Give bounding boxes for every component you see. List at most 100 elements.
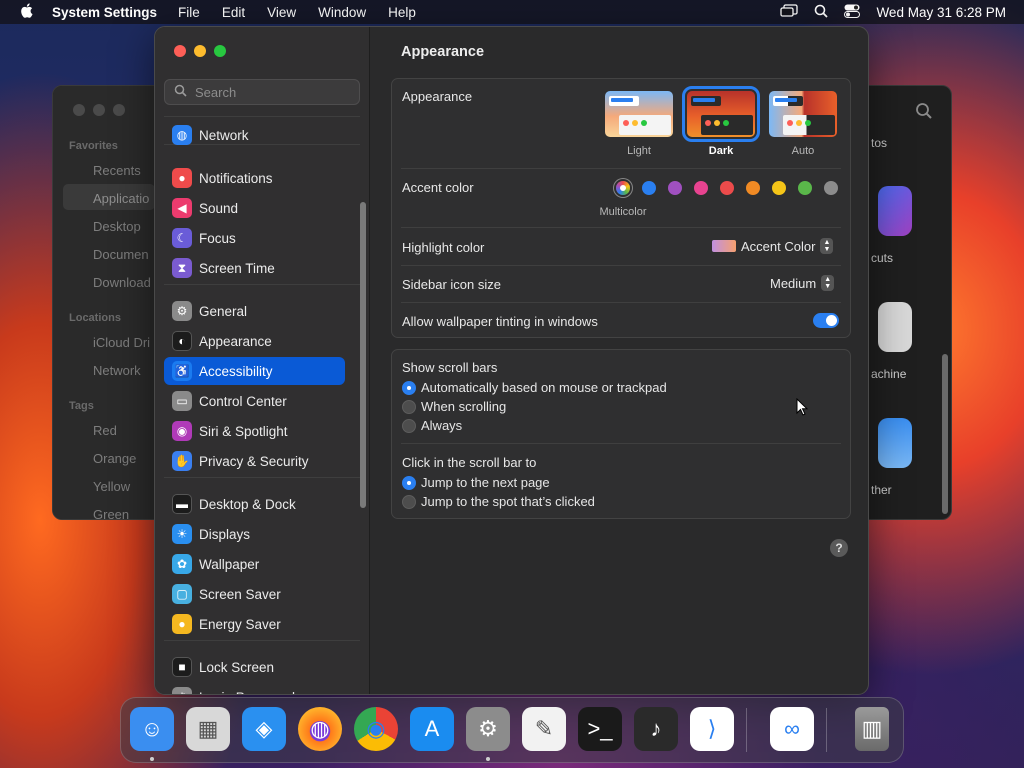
- finder-item[interactable]: Download: [93, 275, 151, 290]
- accent-color-swatch[interactable]: [720, 181, 734, 195]
- trash-icon[interactable]: ▥: [855, 707, 889, 751]
- wallpaper-tinting-toggle[interactable]: [813, 313, 839, 328]
- row-divider: [401, 443, 841, 444]
- sidebar-item-sound[interactable]: ◀ Sound: [164, 194, 345, 222]
- sidebar-item-label: Notifications: [199, 170, 273, 186]
- weather-app-icon[interactable]: [878, 418, 912, 468]
- menu-app-name[interactable]: System Settings: [52, 5, 157, 20]
- menu-edit[interactable]: Edit: [222, 5, 245, 20]
- sidebar-icon-size-popup[interactable]: Medium ▲ ▼: [770, 275, 835, 291]
- sidebar-item-general[interactable]: ⚙ General: [164, 297, 345, 325]
- terminal-icon[interactable]: >_: [578, 707, 622, 751]
- dark-mode-label[interactable]: Dark: [687, 145, 755, 157]
- sidebar-item-wallpaper[interactable]: ✿ Wallpaper: [164, 550, 345, 578]
- accent-color-swatch[interactable]: [824, 181, 838, 195]
- auto-mode-label[interactable]: Auto: [769, 145, 837, 157]
- zoom-window-button[interactable]: [214, 45, 226, 57]
- chrome-icon[interactable]: ◉: [354, 707, 398, 751]
- scroll-always-label[interactable]: Always: [421, 418, 462, 433]
- sidebar-item-control-center[interactable]: ▭ Control Center: [164, 387, 345, 415]
- appearance-settings-group: Appearance Light Dark Auto Accent color …: [391, 78, 851, 338]
- accent-color-swatch[interactable]: [642, 181, 656, 195]
- menu-clock[interactable]: Wed May 31 6:28 PM: [876, 5, 1006, 20]
- vscode-icon[interactable]: ⟩: [690, 707, 734, 751]
- dark-mode-thumbnail[interactable]: [682, 86, 760, 142]
- finder-item[interactable]: Network: [93, 363, 141, 378]
- textedit-icon[interactable]: ✎: [522, 707, 566, 751]
- control-center-icon[interactable]: [844, 4, 861, 21]
- menu-file[interactable]: File: [178, 5, 200, 20]
- guitar-icon[interactable]: ♪: [634, 707, 678, 751]
- scroll-when-scrolling-radio[interactable]: [402, 400, 416, 414]
- moon-icon: ☾: [172, 228, 192, 248]
- accent-color-swatch[interactable]: [746, 181, 760, 195]
- sidebar-item-displays[interactable]: ☀ Displays: [164, 520, 345, 548]
- launchpad-icon[interactable]: ▦: [186, 707, 230, 751]
- appearance-icon: ◐: [172, 331, 192, 351]
- finder-item[interactable]: Desktop: [93, 219, 141, 234]
- safari-icon[interactable]: ◈: [242, 707, 286, 751]
- finder-item[interactable]: Applicatio: [93, 191, 149, 206]
- settings-icon[interactable]: ⚙: [466, 707, 510, 751]
- close-window-button[interactable]: [174, 45, 186, 57]
- scroll-auto-radio[interactable]: [402, 381, 416, 395]
- finder-tag[interactable]: Green: [93, 507, 129, 519]
- minimize-window-button[interactable]: [194, 45, 206, 57]
- sidebar-item-siri-spotlight[interactable]: ◉ Siri & Spotlight: [164, 417, 345, 445]
- finder-icon[interactable]: ☺: [130, 707, 174, 751]
- accent-multicolor-swatch[interactable]: [616, 181, 630, 195]
- accent-color-swatch[interactable]: [798, 181, 812, 195]
- settings-search-input[interactable]: Search: [164, 79, 360, 105]
- click-spot-radio[interactable]: [402, 495, 416, 509]
- firefox-icon[interactable]: ◍: [298, 707, 342, 751]
- sidebar-item-desktop-dock[interactable]: ▬ Desktop & Dock: [164, 490, 345, 518]
- time-machine-app-icon[interactable]: [878, 302, 912, 352]
- finder-scrollbar[interactable]: [942, 354, 948, 514]
- sidebar-item-label: Privacy & Security: [199, 453, 309, 469]
- appstore-icon[interactable]: A: [410, 707, 454, 751]
- menu-window[interactable]: Window: [318, 5, 366, 20]
- apple-menu-icon[interactable]: [0, 2, 52, 22]
- help-button[interactable]: ?: [830, 539, 848, 557]
- sidebar-item-notifications[interactable]: ● Notifications: [164, 164, 345, 192]
- click-next-page-radio[interactable]: [402, 476, 416, 490]
- menu-view[interactable]: View: [267, 5, 296, 20]
- screen-mirroring-icon[interactable]: [780, 4, 799, 20]
- menu-help[interactable]: Help: [388, 5, 416, 20]
- scroll-always-radio[interactable]: [402, 419, 416, 433]
- sidebar-item-label: Energy Saver: [199, 616, 281, 632]
- shortcuts-app-icon[interactable]: [878, 186, 912, 236]
- spotlight-search-icon[interactable]: [814, 4, 829, 21]
- click-spot-label[interactable]: Jump to the spot that’s clicked: [421, 494, 595, 509]
- visualstudio-icon[interactable]: ∞: [770, 707, 814, 751]
- accent-color-swatch[interactable]: [694, 181, 708, 195]
- sidebar-item-focus[interactable]: ☾ Focus: [164, 224, 345, 252]
- accent-color-swatch[interactable]: [668, 181, 682, 195]
- sidebar-item-lock-screen[interactable]: ■ Lock Screen: [164, 653, 345, 681]
- scroll-when-scrolling-label[interactable]: When scrolling: [421, 399, 506, 414]
- sidebar-item-login-password[interactable]: ⚷ Login Password: [164, 683, 345, 694]
- finder-search-icon[interactable]: [915, 102, 933, 125]
- auto-mode-thumbnail[interactable]: [769, 91, 837, 137]
- sidebar-item-energy-saver[interactable]: ● Energy Saver: [164, 610, 345, 638]
- finder-tag[interactable]: Yellow: [93, 479, 130, 494]
- sidebar-item-privacy-security[interactable]: ✋ Privacy & Security: [164, 447, 345, 475]
- accent-color-swatch[interactable]: [772, 181, 786, 195]
- sidebar-item-screen-time[interactable]: ⧗ Screen Time: [164, 254, 345, 282]
- light-mode-label[interactable]: Light: [605, 145, 673, 157]
- finder-tag[interactable]: Orange: [93, 451, 136, 466]
- finder-item[interactable]: Recents: [93, 163, 141, 178]
- sidebar-item-accessibility[interactable]: ♿ Accessibility: [164, 357, 345, 385]
- hand-icon: ✋: [172, 451, 192, 471]
- finder-item[interactable]: iCloud Dri: [93, 335, 150, 350]
- sidebar-item-appearance[interactable]: ◐ Appearance: [164, 327, 345, 355]
- finder-item[interactable]: Documen: [93, 247, 149, 262]
- sidebar-item-screen-saver[interactable]: ▢ Screen Saver: [164, 580, 345, 608]
- scroll-auto-label[interactable]: Automatically based on mouse or trackpad: [421, 380, 667, 395]
- sidebar-scrollbar[interactable]: [360, 202, 366, 508]
- click-next-page-label[interactable]: Jump to the next page: [421, 475, 550, 490]
- finder-tag[interactable]: Red: [93, 423, 117, 438]
- sidebar-item-network[interactable]: ◍ Network: [164, 121, 345, 149]
- highlight-color-popup[interactable]: Accent Color ▲ ▼: [712, 238, 834, 254]
- light-mode-thumbnail[interactable]: [605, 91, 673, 137]
